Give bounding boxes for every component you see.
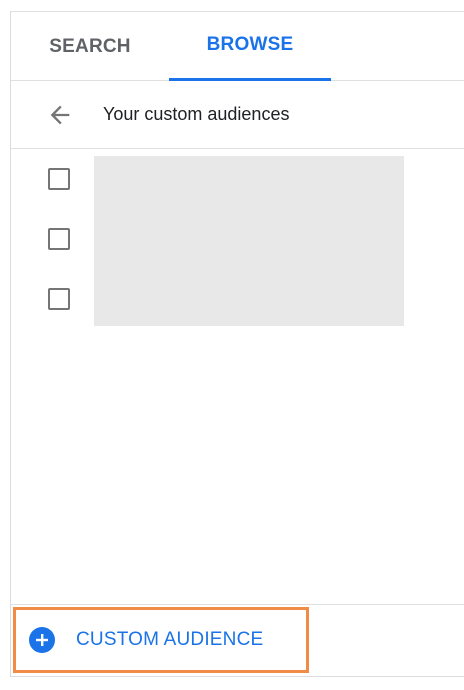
- audience-names-placeholder: [94, 156, 404, 326]
- audience-checkbox[interactable]: [48, 228, 70, 250]
- audience-checkbox[interactable]: [48, 288, 70, 310]
- footer: CUSTOM AUDIENCE: [11, 604, 464, 676]
- plus-circle-icon: [29, 627, 55, 653]
- breadcrumb-title: Your custom audiences: [103, 104, 290, 124]
- add-custom-audience-button[interactable]: CUSTOM AUDIENCE: [13, 607, 309, 673]
- audience-checkbox[interactable]: [48, 168, 70, 190]
- arrow-left-icon: [50, 105, 70, 124]
- tab-bar: SEARCH BROWSE: [11, 12, 464, 81]
- tab-search[interactable]: SEARCH: [11, 12, 169, 81]
- tab-browse[interactable]: BROWSE: [169, 12, 331, 81]
- back-button[interactable]: [40, 95, 80, 135]
- breadcrumb: Your custom audiences: [11, 81, 464, 149]
- audience-panel: SEARCH BROWSE Your custom audiences CUST…: [10, 11, 464, 677]
- add-custom-audience-label: CUSTOM AUDIENCE: [76, 629, 264, 650]
